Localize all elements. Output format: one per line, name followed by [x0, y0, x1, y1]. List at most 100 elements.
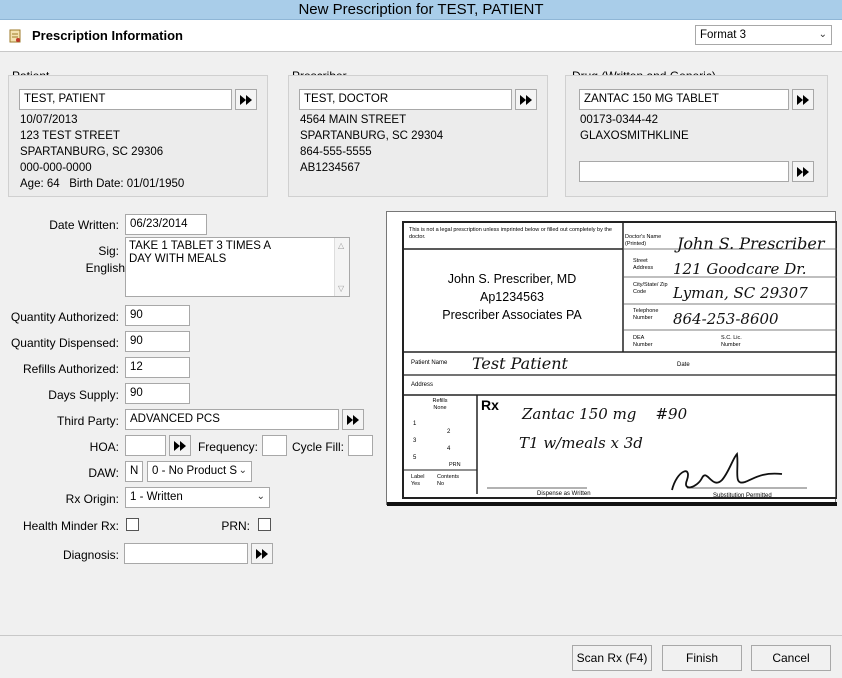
patient-phone: 000-000-0000 — [20, 162, 92, 174]
scan-stamp-org: Prescriber Associates PA — [442, 308, 582, 322]
health-minder-checkbox[interactable] — [126, 518, 139, 531]
scan-address-label: Address — [411, 382, 434, 388]
drug-manufacturer: GLAXOSMITHKLINE — [580, 130, 689, 142]
third-party-input[interactable]: ADVANCED PCS — [125, 409, 339, 430]
finish-button[interactable]: Finish — [662, 645, 742, 671]
page-title: Prescription Information — [32, 28, 183, 43]
date-written-input[interactable]: 06/23/2014 — [125, 214, 207, 235]
frequency-label: Frequency: — [197, 440, 258, 454]
fast-forward-icon — [347, 414, 359, 425]
scan-refill-numbers-right: 2 4 — [447, 424, 450, 458]
scanned-prescription-image: This is not a legal prescription unless … — [386, 211, 837, 506]
fast-forward-icon — [256, 548, 268, 559]
daw-select[interactable]: 0 - No Product Se ⌄ — [147, 461, 252, 482]
generic-drug-input[interactable] — [579, 161, 789, 182]
quantity-authorized-input[interactable]: 90 — [125, 305, 190, 326]
quantity-dispensed-input[interactable]: 90 — [125, 331, 190, 352]
scan-city-label: City/State/ Zip Code — [633, 282, 668, 295]
days-supply-input[interactable]: 90 — [125, 383, 190, 404]
patient-city: SPARTANBURG, SC 29306 — [20, 146, 164, 158]
drug-lookup-button[interactable] — [792, 89, 814, 110]
fast-forward-icon — [520, 94, 532, 105]
scan-refill-2: 2 — [447, 429, 451, 435]
scan-refill-4: 4 — [447, 446, 451, 452]
patient-name-input[interactable]: TEST, PATIENT — [19, 89, 232, 110]
scan-refill-1: 1 — [413, 421, 417, 427]
chevron-down-icon: ⌄ — [256, 491, 265, 502]
days-supply-label: Days Supply: — [48, 388, 119, 402]
scan-prescriber-stamp: John S. Prescriber, MD Ap1234563 Prescri… — [407, 270, 617, 324]
scan-dea-label: DEA Number — [633, 335, 653, 348]
prescriber-phone: 864-555-5555 — [300, 146, 372, 158]
prn-checkbox[interactable] — [258, 518, 271, 531]
scan-prn-label: PRN — [449, 462, 461, 468]
scan-doctor-name-handwritten: John S. Prescriber — [677, 234, 825, 253]
scan-date-label: Date — [677, 362, 690, 368]
scan-contents-label: Contents No — [437, 474, 460, 487]
scan-rx-line1-handwritten: Zantac 150 mg #90 — [522, 405, 688, 423]
fast-forward-icon — [174, 440, 186, 451]
scan-notice: This is not a legal prescription unless … — [409, 227, 612, 240]
scroll-up-icon[interactable]: △ — [338, 241, 344, 250]
fast-forward-icon — [240, 94, 252, 105]
third-party-label: Third Party: — [56, 414, 119, 428]
prescriber-city: SPARTANBURG, SC 29304 — [300, 130, 444, 142]
hoa-lookup-button[interactable] — [169, 435, 191, 456]
sig-label: Sig: — [98, 244, 119, 258]
scan-prescriber-signature — [671, 452, 783, 491]
patient-date: 10/07/2013 — [20, 114, 78, 126]
drug-name-input[interactable]: ZANTAC 150 MG TABLET — [579, 89, 789, 110]
prescription-scroll-icon — [9, 29, 21, 43]
scan-refill-3: 3 — [413, 438, 417, 444]
scan-doctor-name-label: Doctor's Name (Printed) — [625, 234, 662, 247]
hoa-label: HOA: — [89, 440, 119, 454]
drug-ndc: 00173-0344-42 — [580, 114, 659, 126]
scan-street-label: Street Address — [633, 258, 654, 271]
refills-authorized-label: Refills Authorized: — [22, 362, 119, 376]
prescriber-lookup-button[interactable] — [515, 89, 537, 110]
sig-line-2: DAY WITH MEALS — [129, 253, 227, 265]
prescriber-dea: AB1234567 — [300, 162, 361, 174]
diagnosis-lookup-button[interactable] — [251, 543, 273, 564]
diagnosis-input[interactable] — [124, 543, 248, 564]
scan-dispense-label: Dispense as Written — [537, 491, 591, 497]
format-select-value: Format 3 — [700, 29, 747, 41]
health-minder-label: Health Minder Rx: — [22, 519, 119, 533]
header-bar: Prescription Information Format 3 ⌄ — [0, 20, 842, 52]
scan-street-handwritten: 121 Goodcare Dr. — [673, 260, 807, 278]
cancel-button[interactable]: Cancel — [751, 645, 831, 671]
hoa-input[interactable] — [125, 435, 166, 456]
daw-code-input[interactable]: N — [125, 461, 143, 482]
scan-phone-handwritten: 864-253-8600 — [673, 310, 779, 328]
scroll-down-icon[interactable]: ▽ — [338, 284, 344, 293]
frequency-input[interactable] — [262, 435, 287, 456]
scan-patient-name-handwritten: Test Patient — [472, 354, 568, 373]
chevron-down-icon: ⌄ — [818, 29, 827, 40]
sig-scrollbar[interactable]: △ ▽ — [334, 238, 349, 296]
refills-authorized-input[interactable]: 12 — [125, 357, 190, 378]
patient-lookup-button[interactable] — [235, 89, 257, 110]
daw-label: DAW: — [88, 466, 119, 480]
prescriber-street: 4564 MAIN STREET — [300, 114, 407, 126]
scan-sclic-label: S.C. Lic. Number — [721, 335, 742, 348]
rx-origin-select-value: 1 - Written — [130, 491, 183, 503]
diagnosis-label: Diagnosis: — [62, 548, 119, 562]
window-title-bar: New Prescription for TEST, PATIENT — [0, 0, 842, 20]
scan-label-label: Label Yes — [411, 474, 425, 487]
quantity-authorized-label: Quantity Authorized: — [10, 310, 119, 324]
third-party-lookup-button[interactable] — [342, 409, 364, 430]
sig-textarea[interactable]: TAKE 1 TABLET 3 TIMES A DAY WITH MEALS △… — [125, 237, 350, 297]
patient-street: 123 TEST STREET — [20, 130, 120, 142]
sig-line-1: TAKE 1 TABLET 3 TIMES A — [129, 240, 272, 252]
scan-rx-line2-handwritten: T1 w/meals x 3d — [519, 434, 643, 452]
cycle-fill-input[interactable] — [348, 435, 373, 456]
rx-origin-label: Rx Origin: — [65, 492, 119, 506]
scan-phone-label: Telephone Number — [633, 308, 659, 321]
generic-drug-lookup-button[interactable] — [792, 161, 814, 182]
format-select[interactable]: Format 3 ⌄ — [695, 25, 832, 45]
rx-origin-select[interactable]: 1 - Written ⌄ — [125, 487, 270, 508]
window-title: New Prescription for TEST, PATIENT — [298, 1, 544, 18]
prescriber-name-input[interactable]: TEST, DOCTOR — [299, 89, 512, 110]
scan-refill-numbers: 1 3 5 — [413, 416, 416, 467]
scan-rx-button[interactable]: Scan Rx (F4) — [572, 645, 652, 671]
